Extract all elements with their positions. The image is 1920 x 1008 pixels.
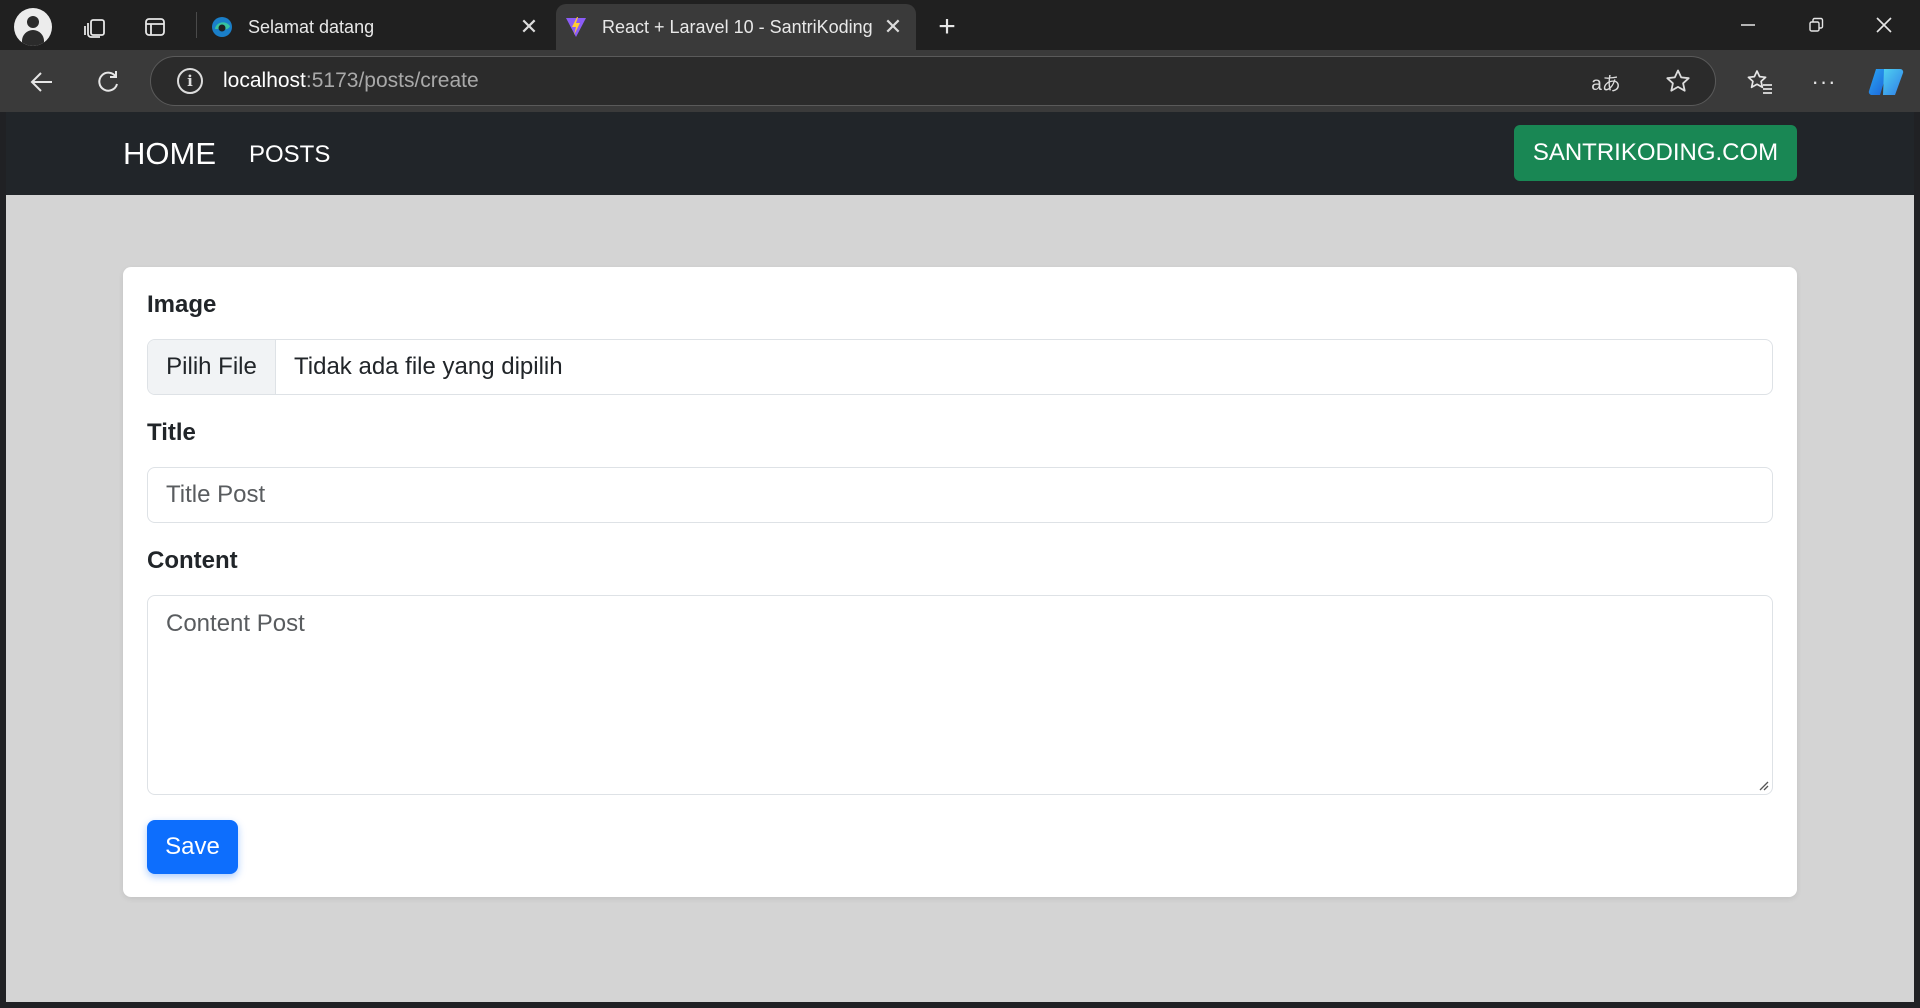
close-icon[interactable]: ✕ xyxy=(514,12,544,42)
choose-file-button[interactable]: Pilih File xyxy=(148,340,276,394)
save-button[interactable]: Save xyxy=(147,820,238,874)
window-close-icon[interactable] xyxy=(1850,0,1918,50)
refresh-icon[interactable] xyxy=(88,62,128,102)
santrikoding-button[interactable]: SANTRIKODING.COM xyxy=(1514,125,1797,181)
navbar: HOME POSTS SANTRIKODING.COM xyxy=(6,112,1914,195)
image-label: Image xyxy=(147,291,217,318)
edge-icon xyxy=(212,17,232,37)
read-aloud-icon[interactable]: aあ xyxy=(1591,69,1621,95)
nav-posts-link[interactable]: POSTS xyxy=(249,141,330,169)
tab-react-laravel[interactable]: React + Laravel 10 - SantriKoding ✕ xyxy=(556,4,916,50)
tab-title: React + Laravel 10 - SantriKoding xyxy=(602,16,873,37)
url-text: localhost:5173/posts/create xyxy=(223,69,479,92)
restore-icon[interactable] xyxy=(1782,0,1850,50)
address-bar[interactable]: i localhost:5173/posts/create aあ xyxy=(150,56,1716,106)
close-icon[interactable]: ✕ xyxy=(878,12,908,42)
browser-toolbar: i localhost:5173/posts/create aあ ··· xyxy=(0,50,1920,112)
minimize-icon[interactable] xyxy=(1714,0,1782,50)
more-icon[interactable]: ··· xyxy=(1804,62,1844,102)
file-status-text: Tidak ada file yang dipilih xyxy=(294,353,563,380)
title-input[interactable]: Title Post xyxy=(147,467,1773,523)
browser-tab-strip: Selamat datang ✕ React + Laravel 10 - Sa… xyxy=(0,0,1920,50)
back-icon[interactable] xyxy=(22,62,62,102)
title-label: Title xyxy=(147,419,196,446)
image-file-input[interactable]: Pilih File Tidak ada file yang dipilih xyxy=(147,339,1773,395)
nav-home-link[interactable]: HOME xyxy=(123,136,216,172)
collections-icon[interactable] xyxy=(78,10,112,44)
tab-selamat-datang[interactable]: Selamat datang ✕ xyxy=(202,4,552,50)
page-viewport: HOME POSTS SANTRIKODING.COM Image Pilih … xyxy=(6,112,1914,1002)
vite-icon xyxy=(566,17,586,37)
content-label: Content xyxy=(147,547,238,574)
site-info-icon[interactable]: i xyxy=(177,68,203,94)
favorites-icon[interactable] xyxy=(1740,62,1780,102)
copilot-icon[interactable] xyxy=(1866,62,1906,102)
tab-actions-icon[interactable] xyxy=(138,10,172,44)
profile-icon[interactable] xyxy=(14,8,52,46)
favorite-star-icon[interactable] xyxy=(1663,66,1693,96)
content-textarea[interactable]: Content Post xyxy=(147,595,1773,795)
resize-grip-icon[interactable] xyxy=(1757,779,1769,791)
tab-title: Selamat datang xyxy=(248,16,375,37)
tab-divider xyxy=(196,12,197,38)
create-post-card: Image Pilih File Tidak ada file yang dip… xyxy=(123,267,1797,897)
new-tab-icon[interactable]: + xyxy=(928,8,966,46)
content-placeholder: Content Post xyxy=(166,610,305,637)
